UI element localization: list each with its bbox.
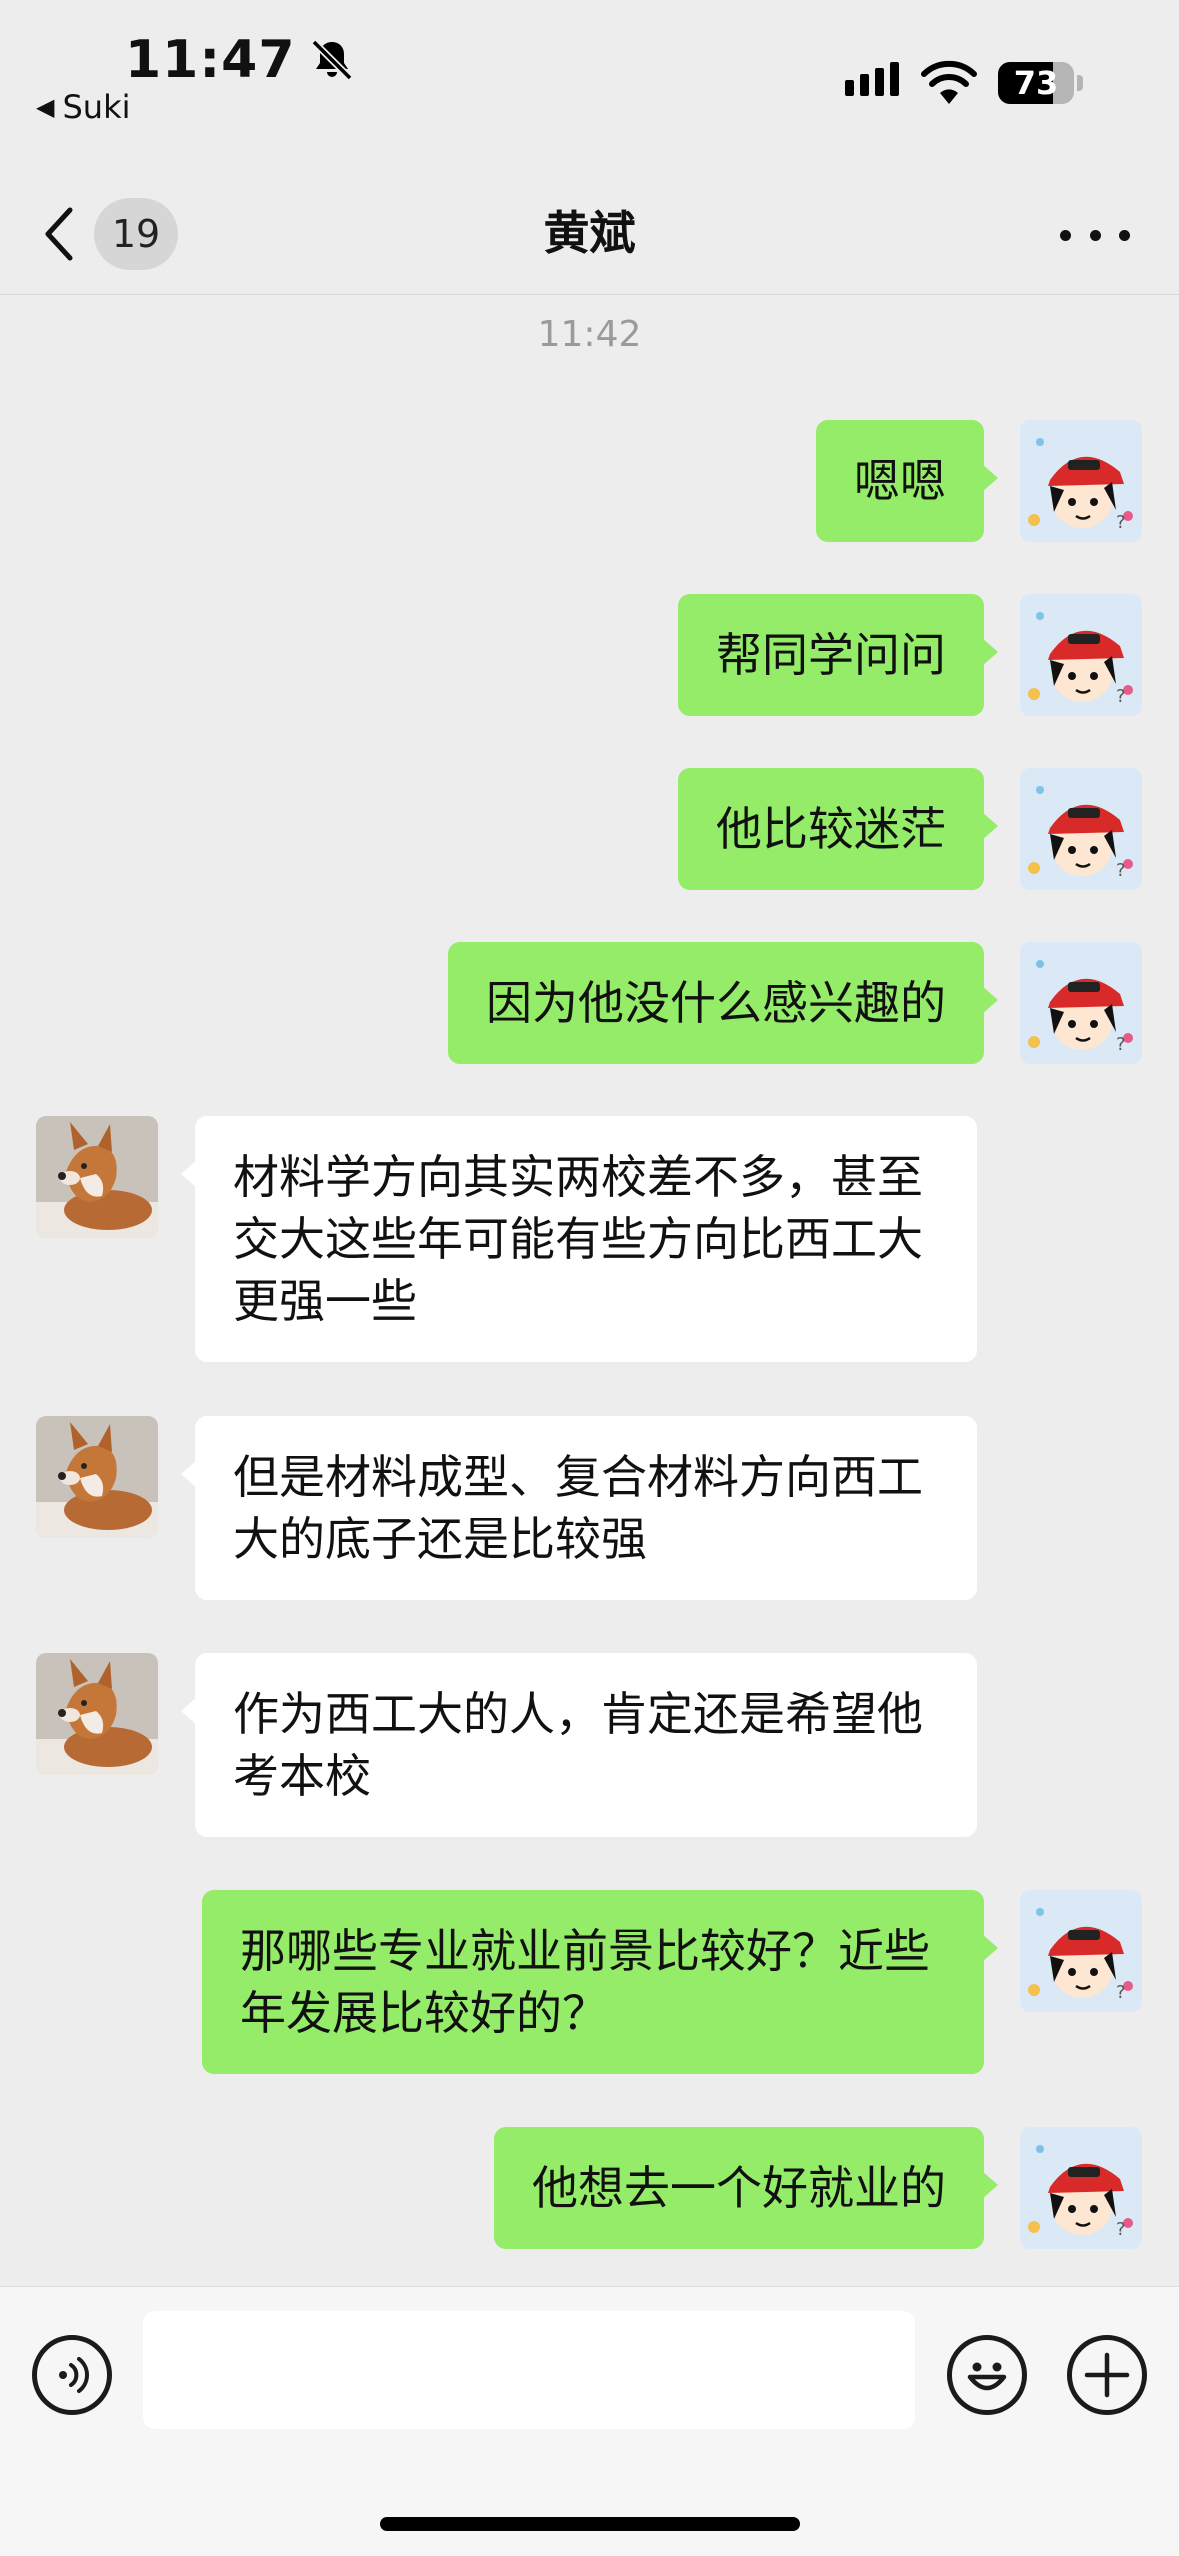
cartoon-boy-avatar-icon: ? <box>1020 594 1142 716</box>
my-avatar[interactable]: ? <box>1020 594 1142 716</box>
my-avatar[interactable]: ? <box>1020 1890 1142 2012</box>
bell-slash-icon <box>311 39 353 81</box>
my-avatar[interactable]: ? <box>1020 2127 1142 2249</box>
message-bubble[interactable]: 作为西工大的人，肯定还是希望他考本校 <box>181 1653 977 1837</box>
cartoon-boy-avatar-icon: ? <box>1020 768 1142 890</box>
voice-icon <box>59 2357 89 2393</box>
cartoon-boy-avatar-icon: ? <box>1020 1890 1142 2012</box>
dog-avatar-icon <box>36 1116 158 1238</box>
emoji-button[interactable] <box>947 2335 1027 2415</box>
my-avatar[interactable]: ? <box>1020 420 1142 542</box>
message-bubble[interactable]: 他比较迷茫 <box>678 768 998 890</box>
battery-tip <box>1077 75 1083 91</box>
battery-percent: 73 <box>1013 64 1059 102</box>
more-options-button[interactable] <box>1060 215 1130 255</box>
home-indicator[interactable] <box>380 2517 800 2531</box>
my-avatar[interactable]: ? <box>1020 768 1142 890</box>
more-dot <box>1119 229 1130 241</box>
message-bubble[interactable]: 他想去一个好就业的 <box>494 2127 998 2249</box>
emoji-icon <box>967 2362 1007 2391</box>
plus-icon <box>1084 2352 1130 2398</box>
message-bubble[interactable]: 帮同学问问 <box>678 594 998 716</box>
svg-text:?: ? <box>1116 512 1126 533</box>
back-to-app-link[interactable]: ◀ Suki <box>36 88 130 126</box>
svg-text:?: ? <box>1116 860 1126 881</box>
message-bubble[interactable]: 嗯嗯 <box>816 420 998 542</box>
message-bubble[interactable]: 但是材料成型、复合材料方向西工大的底子还是比较强 <box>181 1416 977 1600</box>
svg-text:?: ? <box>1116 1034 1126 1055</box>
contact-avatar[interactable] <box>36 1653 158 1775</box>
my-avatar[interactable]: ? <box>1020 942 1142 1064</box>
message-bubble[interactable]: 因为他没什么感兴趣的 <box>448 942 998 1064</box>
cellular-signal-icon <box>845 62 899 96</box>
message-timestamp: 11:42 <box>537 314 642 355</box>
message-input[interactable] <box>143 2311 915 2429</box>
cartoon-boy-avatar-icon: ? <box>1020 420 1142 542</box>
svg-text:?: ? <box>1116 1982 1126 2003</box>
cartoon-boy-avatar-icon: ? <box>1020 2127 1142 2249</box>
more-dot <box>1060 229 1071 241</box>
contact-avatar[interactable] <box>36 1416 158 1538</box>
chat-title[interactable]: 黄斌 <box>0 200 1179 266</box>
wifi-icon <box>921 60 977 104</box>
time-text: 11:47 <box>125 30 296 90</box>
cartoon-boy-avatar-icon: ? <box>1020 942 1142 1064</box>
battery-icon: 73 <box>998 62 1074 104</box>
dog-avatar-icon <box>36 1653 158 1775</box>
svg-text:?: ? <box>1116 2219 1126 2240</box>
message-list[interactable]: 11:42 ? 嗯嗯 ? 帮同学问问 ? 他比较迷茫 ? 因为他没什么感兴趣的 … <box>0 296 1179 2286</box>
voice-input-button[interactable] <box>32 2335 112 2415</box>
more-dot <box>1089 229 1101 241</box>
back-triangle-icon: ◀ <box>36 93 55 121</box>
input-bar <box>0 2286 1179 2556</box>
status-bar: 11:47 ◀ Suki 73 <box>0 0 1179 170</box>
message-bubble[interactable]: 那哪些专业就业前景比较好？近些年发展比较好的？ <box>202 1890 998 2074</box>
more-functions-button[interactable] <box>1067 2335 1147 2415</box>
message-bubble[interactable]: 材料学方向其实两校差不多，甚至交大这些年可能有些方向比西工大更强一些 <box>181 1116 977 1362</box>
svg-text:?: ? <box>1116 686 1126 707</box>
dog-avatar-icon <box>36 1416 158 1538</box>
chat-header: 19 黄斌 <box>0 170 1179 295</box>
back-app-label: Suki <box>62 88 131 126</box>
contact-avatar[interactable] <box>36 1116 158 1238</box>
status-time: 11:47 <box>125 30 356 90</box>
